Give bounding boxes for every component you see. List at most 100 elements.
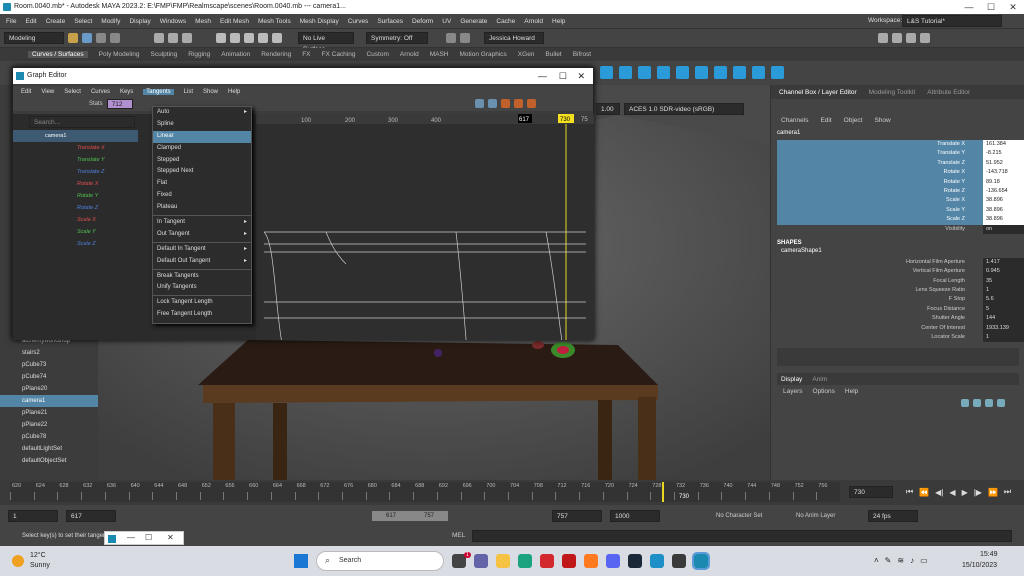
clock-date[interactable]: 15/10/2023 (962, 562, 997, 569)
colorspace-select[interactable]: ACES 1.0 SDR-video (sRGB) (624, 103, 744, 115)
shelf-tab-bullet[interactable]: Bullet (545, 51, 561, 58)
attr-v-film-aperture[interactable]: Vertical Film Aperture 0.945 (777, 267, 1024, 277)
paint-select-icon[interactable] (182, 33, 192, 43)
chevron-up-icon[interactable]: ˄ (874, 556, 879, 565)
layers-menu-layers[interactable]: Layers (783, 388, 803, 395)
menu-item-auto[interactable]: Auto ▸ (153, 107, 251, 119)
play-forward-icon[interactable]: ▶ (962, 488, 968, 497)
ge-menu-view[interactable]: View (41, 89, 54, 95)
step-back-icon[interactable]: ◀| (935, 488, 943, 497)
outliner-item[interactable]: defaultLightSet (0, 443, 98, 455)
curve-tool-icon[interactable] (657, 66, 670, 79)
teams-icon[interactable] (474, 554, 488, 568)
curve-tool-icon[interactable] (771, 66, 784, 79)
app-icon[interactable] (540, 554, 554, 568)
start-time-field[interactable]: 1 (8, 510, 58, 522)
undo-icon[interactable] (446, 33, 456, 43)
attr-rotate-z[interactable]: Rotate Z -136.654 (777, 186, 1024, 197)
start-icon[interactable] (294, 554, 308, 568)
attr-rotate-y[interactable]: Rotate Y 89.18 (777, 177, 1024, 187)
stats-field[interactable]: 712 (106, 99, 133, 109)
search-field[interactable]: Search... (29, 116, 135, 128)
menu-deform[interactable]: Deform (412, 18, 433, 25)
minimize-button[interactable]: — (127, 533, 135, 542)
shelf-tab-sculpting[interactable]: Sculpting (151, 51, 178, 58)
menu-item-default-out-tangent[interactable]: Default Out Tangent ▸ (153, 256, 251, 268)
ge-menu-tangents[interactable]: Tangents (143, 88, 174, 95)
tangent-tool-icon[interactable] (475, 99, 484, 108)
close-button[interactable]: ✕ (577, 68, 585, 84)
cb-menu-edit[interactable]: Edit (820, 117, 831, 124)
layout-icon[interactable] (892, 33, 902, 43)
character-set-label[interactable]: No Character Set (716, 513, 762, 519)
weather-temp[interactable]: 12°C (30, 552, 46, 559)
lasso-tool-icon[interactable] (168, 33, 178, 43)
tangent-tool-icon[interactable] (488, 99, 497, 108)
menu-item-unify-tangents[interactable]: Unify Tangents (153, 282, 251, 294)
shelf-tab-xgen[interactable]: XGen (518, 51, 535, 58)
shelf-tab-rigging[interactable]: Rigging (188, 51, 210, 58)
attr-f-stop[interactable]: F Stop 5.6 (777, 295, 1024, 305)
curve-graph-area[interactable]: 100 200 300 400 617 730 75 (256, 114, 594, 367)
shelf-tab-motion-graphics[interactable]: Motion Graphics (459, 51, 506, 58)
menu-cache[interactable]: Cache (496, 18, 515, 25)
range-bar[interactable] (372, 511, 448, 521)
outliner-item[interactable]: stairs2 (0, 347, 98, 359)
steam-icon[interactable] (628, 554, 642, 568)
weather-sun-icon[interactable] (12, 555, 24, 567)
shelf-tab-rendering[interactable]: Rendering (261, 51, 291, 58)
shelf-tab-animation[interactable]: Animation (221, 51, 250, 58)
attr-scale-y[interactable]: Scale Y 38.896 (777, 205, 1024, 216)
curve-tool-icon[interactable] (638, 66, 651, 79)
file-explorer-icon[interactable] (496, 554, 510, 568)
ge-menu-keys[interactable]: Keys (120, 89, 133, 95)
tangent-tool-icon[interactable] (527, 99, 536, 108)
attr-visibility[interactable]: Visibility on (777, 224, 1024, 234)
playback-start-field[interactable]: 617 (66, 510, 116, 522)
menu-select[interactable]: Select (74, 18, 92, 25)
menu-curves[interactable]: Curves (348, 18, 369, 25)
shelf-tab-poly-modeling[interactable]: Poly Modeling (99, 51, 140, 58)
menu-help[interactable]: Help (552, 18, 565, 25)
snap-surface-icon[interactable] (258, 33, 268, 43)
shelf-tab-custom[interactable]: Custom (366, 51, 388, 58)
menu-uv[interactable]: UV (442, 18, 451, 25)
ge-menu-list[interactable]: List (184, 89, 193, 95)
minimize-button[interactable]: — (958, 0, 980, 14)
select-tool-icon[interactable] (154, 33, 164, 43)
menu-item-stepped-next[interactable]: Stepped Next (153, 166, 251, 178)
menu-item-plateau[interactable]: Plateau (153, 202, 251, 214)
tab-attribute-editor[interactable]: Attribute Editor (927, 89, 970, 96)
fps-select[interactable]: 24 fps (868, 510, 918, 522)
snap-grid-icon[interactable] (216, 33, 226, 43)
new-layer-selected-icon[interactable] (997, 399, 1005, 407)
menu-item-lock-tangent-length[interactable]: Lock Tangent Length (153, 297, 251, 309)
attr-focus-distance[interactable]: Focus Distance 5 (777, 304, 1024, 315)
curve-tool-icon[interactable] (695, 66, 708, 79)
menu-edit[interactable]: Edit (25, 18, 36, 25)
close-button[interactable]: ✕ (167, 533, 174, 542)
menu-item-out-tangent[interactable]: Out Tangent ▸ (153, 229, 251, 241)
attr-h-film-aperture[interactable]: Horizontal Film Aperture 1.417 (777, 257, 1024, 268)
attr-locator-scale[interactable]: Locator Scale 1 (777, 333, 1024, 343)
current-frame-field[interactable]: 730 (849, 486, 893, 498)
folder-icon[interactable] (68, 33, 78, 43)
layer-down-icon[interactable] (973, 399, 981, 407)
step-forward-icon[interactable]: |▶ (974, 488, 982, 497)
cb-menu-channels[interactable]: Channels (781, 117, 808, 124)
ge-menu-select[interactable]: Select (64, 89, 81, 95)
symmetry-select[interactable]: Symmetry: Off (366, 32, 428, 44)
battery-icon[interactable]: ▭ (920, 556, 928, 565)
step-back-key-icon[interactable]: ⏪ (919, 488, 929, 497)
curve-tool-icon[interactable] (752, 66, 765, 79)
menu-mesh[interactable]: Mesh (195, 18, 211, 25)
play-back-icon[interactable]: ◀ (949, 488, 955, 497)
tangent-tool-icon[interactable] (514, 99, 523, 108)
layers-menu-options[interactable]: Options (813, 388, 835, 395)
clock-time[interactable]: 15:49 (980, 551, 998, 558)
maximize-button[interactable]: ☐ (559, 68, 567, 84)
menu-item-in-tangent[interactable]: In Tangent ▸ (153, 217, 251, 229)
pen-icon[interactable]: ✎ (885, 556, 892, 565)
menu-windows[interactable]: Windows (160, 18, 186, 25)
menu-display[interactable]: Display (129, 18, 150, 25)
